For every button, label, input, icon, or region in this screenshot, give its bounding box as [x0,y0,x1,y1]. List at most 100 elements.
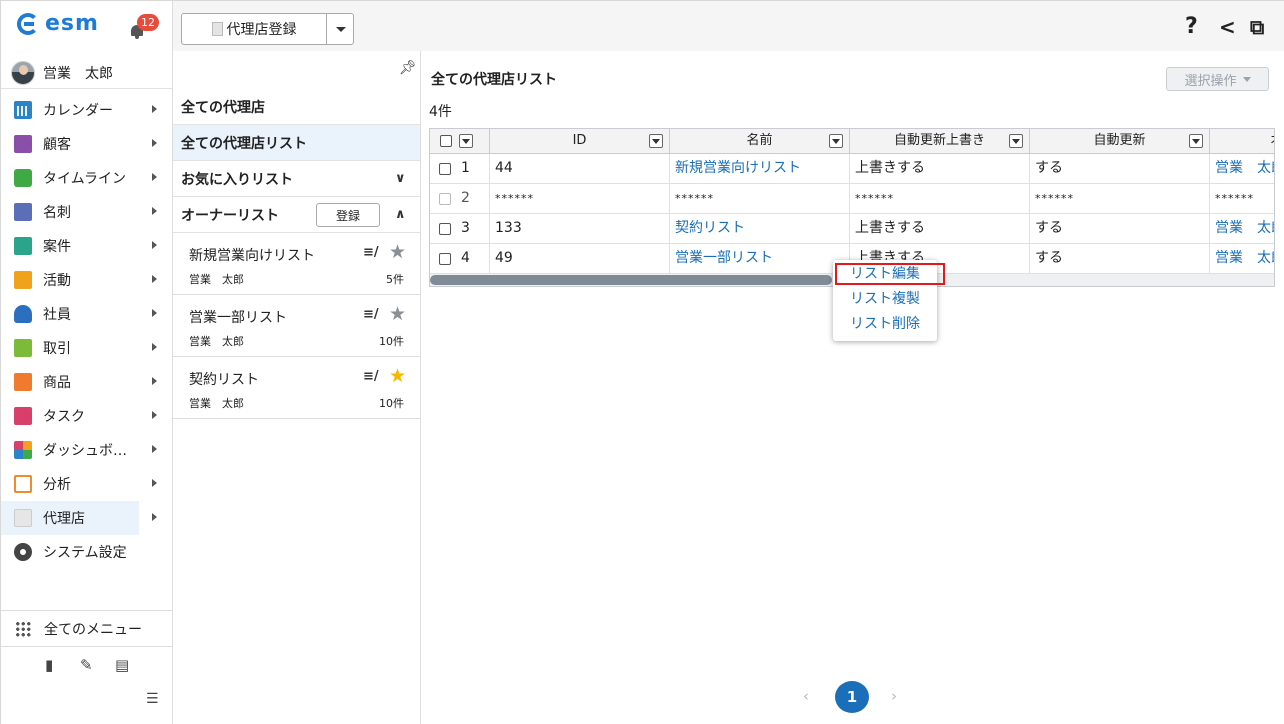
chevron-right-icon [152,105,157,113]
sidebar-item-product[interactable]: 商品 [1,365,173,399]
agency-doc-icon [14,509,32,527]
all-menu-button[interactable]: 全てのメニュー [1,610,173,646]
owner-list-register-button[interactable]: 登録 [316,203,380,227]
column-menu-button[interactable] [829,134,843,148]
row-checkbox[interactable] [439,163,451,175]
agency-register-button[interactable]: 代理店登録 [182,14,327,44]
external-link-icon[interactable]: ⧉ [1250,15,1264,39]
cell-name-link[interactable]: 営業一部リスト [670,244,850,274]
table-row[interactable]: 1 44 新規営業向けリスト 上書きする する 営業 太郎 [430,154,1274,184]
sidebar-item-analysis[interactable]: 分析 [1,467,173,501]
calendar-icon [14,101,32,119]
table-row[interactable]: 3 133 契約リスト 上書きする する 営業 太郎 [430,214,1274,244]
select-dropdown[interactable] [459,134,473,148]
favorites-section[interactable]: お気に入りリスト ∨ [173,161,420,197]
cell-owner-link[interactable]: 営業 太郎 [1210,214,1274,244]
collapse-sidebar-icon[interactable]: ☰ [146,691,159,707]
previous-page-button[interactable]: ‹ [803,687,809,705]
column-header-id[interactable]: ID [490,129,670,154]
sidebar-item-activity[interactable]: 活動 [1,263,173,297]
esm-logo[interactable]: esm [17,13,99,35]
page-title: 全ての代理店リスト [431,72,557,88]
row-number: 4 [461,250,470,266]
select-operation-button[interactable]: 選択操作 [1166,67,1269,91]
cell-auto-update: する [1030,214,1210,244]
row-number: 3 [461,220,470,236]
film-icon[interactable]: ▤ [115,657,129,673]
cell-owner: ****** [1210,184,1274,214]
all-agencies-item[interactable]: 全ての代理店 [173,89,420,125]
list-card-owner: 営業 太郎 [189,397,244,410]
chevron-right-icon [152,445,157,453]
chevron-down-icon[interactable] [327,14,353,44]
user-profile[interactable]: 営業 太郎 [1,57,173,89]
sidebar-item-agency[interactable]: 代理店 [1,501,157,535]
list-card-count: 10件 [379,335,404,348]
help-icon[interactable]: ? [1185,15,1198,39]
grid-header-select [430,129,490,154]
all-agency-list-item[interactable]: 全ての代理店リスト [173,125,420,161]
sidebar-item-task[interactable]: タスク [1,399,173,433]
sidebar-item-trade[interactable]: 取引 [1,331,173,365]
star-icon[interactable]: ★ [389,241,406,263]
document-icon [211,22,223,36]
sidebar-item-label: システム設定 [43,545,127,561]
sidebar-item-dashboard[interactable]: ダッシュボ… [1,433,173,467]
column-menu-button[interactable] [1189,134,1203,148]
sidebar-item-calendar[interactable]: カレンダー [1,93,173,127]
owner-list-label: オーナーリスト [181,207,279,224]
edit-list-icon[interactable]: ≡/ [363,307,379,322]
select-all-checkbox[interactable] [440,135,452,147]
column-header-name[interactable]: 名前 [670,129,850,154]
sidebar-item-deal[interactable]: 案件 [1,229,173,263]
row-select-cell: 3 [430,214,490,244]
cell-name-link[interactable]: 契約リスト [670,214,850,244]
chevron-right-icon [152,513,157,521]
menu-item-delete-list[interactable]: リスト削除 [833,312,937,337]
column-header-auto-update[interactable]: 自動更新 [1030,129,1210,154]
row-number: 1 [461,160,470,176]
column-menu-button[interactable] [1009,134,1023,148]
cell-owner-link[interactable]: 営業 太郎 [1210,154,1274,184]
column-header-label: ID [572,133,587,148]
share-icon[interactable]: < [1219,15,1236,39]
cell-id: 133 [490,214,670,244]
scrollbar-thumb[interactable] [430,275,832,285]
column-header-overwrite[interactable]: 自動更新上書き [850,129,1030,154]
cell-owner-link[interactable]: 営業 太郎 [1210,244,1274,274]
manual-book-icon[interactable]: ▮ [45,657,53,673]
edit-list-icon[interactable]: ≡/ [363,369,379,384]
menu-item-duplicate-list[interactable]: リスト複製 [833,287,937,312]
chevron-down-icon: ∨ [395,171,406,186]
star-icon[interactable]: ★ [389,303,406,325]
owner-list-section[interactable]: オーナーリスト 登録 ∧ [173,197,420,233]
select-operation-label: 選択操作 [1184,73,1237,89]
list-card[interactable]: 新規営業向けリスト ≡/ ★ 営業 太郎 5件 [173,233,420,295]
list-card[interactable]: 営業一部リスト ≡/ ★ 営業 太郎 10件 [173,295,420,357]
column-menu-button[interactable] [649,134,663,148]
sidebar-item-customer[interactable]: 顧客 [1,127,173,161]
cell-name-link[interactable]: 新規営業向けリスト [670,154,850,184]
logo-mark-icon [17,13,39,35]
sidebar-item-system-settings[interactable]: システム設定 [1,535,173,569]
edit-list-icon[interactable]: ≡/ [363,245,379,260]
row-checkbox[interactable] [439,223,451,235]
avatar [11,60,35,85]
wrench-icon[interactable]: ✎ [80,657,93,673]
sidebar-item-business-card[interactable]: 名刺 [1,195,173,229]
pin-icon[interactable]: 📌︎ [399,60,417,76]
star-icon[interactable]: ★ [389,365,406,387]
current-page-button[interactable]: 1 [835,681,869,713]
cell-auto-update: する [1030,154,1210,184]
row-checkbox[interactable] [439,253,451,265]
sidebar-item-timeline[interactable]: タイムライン [1,161,173,195]
sidebar-item-employee[interactable]: 社員 [1,297,173,331]
list-card-title: 新規営業向けリスト [189,248,315,264]
list-card-title: 契約リスト [189,372,259,388]
sidebar-item-label: ダッシュボ… [43,443,127,459]
column-header-owner[interactable]: オ [1210,129,1274,154]
chevron-right-icon [152,411,157,419]
list-card[interactable]: 契約リスト ≡/ ★ 営業 太郎 10件 [173,357,420,419]
next-page-button[interactable]: › [891,687,897,705]
logo-row: esm 12 [1,1,173,53]
